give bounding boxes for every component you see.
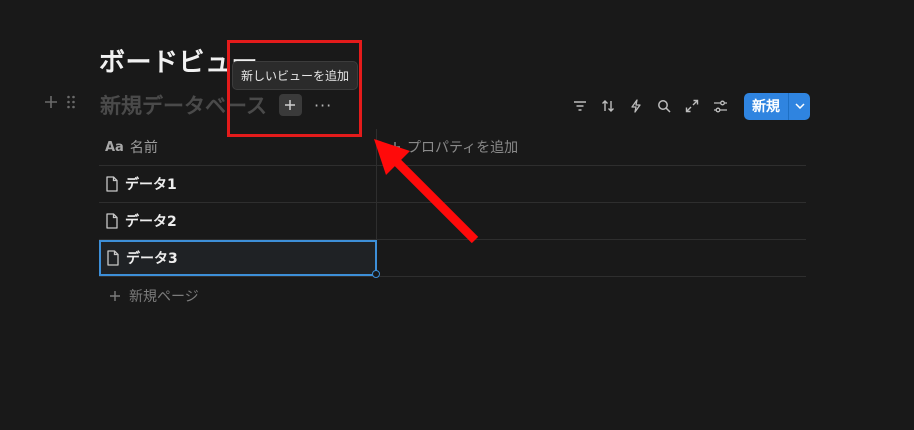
drag-handle-icon[interactable]	[66, 95, 76, 109]
table-row[interactable]: データ1	[99, 166, 806, 203]
database-toolbar: 新規	[568, 92, 810, 120]
new-button: 新規	[744, 92, 810, 120]
page-icon	[106, 176, 118, 192]
expand-icon[interactable]	[680, 94, 704, 118]
name-cell-selected[interactable]: データ3	[99, 240, 377, 276]
block-handles	[44, 95, 76, 109]
settings-icon[interactable]	[708, 94, 732, 118]
page-icon	[107, 250, 119, 266]
row-name: データ3	[126, 251, 178, 267]
database-table: Aa 名前 プロパティを追加 データ1 データ2 データ3 新規ページ	[99, 129, 806, 315]
row-name: データ1	[125, 177, 177, 193]
new-dropdown-button[interactable]	[788, 92, 810, 120]
page-icon	[106, 213, 118, 229]
search-icon[interactable]	[652, 94, 676, 118]
empty-cell[interactable]	[377, 240, 806, 276]
chevron-down-icon	[794, 103, 805, 109]
name-cell[interactable]: データ1	[99, 166, 377, 202]
add-property-label: プロパティを追加	[407, 140, 519, 156]
add-block-icon[interactable]	[44, 95, 58, 109]
plus-icon	[390, 142, 400, 152]
new-button-label[interactable]: 新規	[744, 93, 788, 120]
name-cell[interactable]: データ2	[99, 203, 377, 239]
empty-cell[interactable]	[377, 203, 806, 239]
table-row[interactable]: データ2	[99, 203, 806, 240]
filter-icon[interactable]	[568, 94, 592, 118]
row-name: データ2	[125, 214, 177, 230]
text-type-icon: Aa	[105, 139, 124, 155]
plus-icon	[110, 291, 120, 301]
name-column-header[interactable]: Aa 名前	[99, 129, 377, 165]
table-header: Aa 名前 プロパティを追加	[99, 129, 806, 166]
sort-icon[interactable]	[596, 94, 620, 118]
selection-resize-handle[interactable]	[372, 270, 380, 278]
empty-cell[interactable]	[377, 166, 806, 202]
highlight-annotation-box	[227, 40, 362, 137]
new-page-label: 新規ページ	[129, 289, 199, 305]
add-property-button[interactable]: プロパティを追加	[377, 129, 806, 165]
new-page-button[interactable]: 新規ページ	[99, 277, 806, 315]
table-row[interactable]: データ3	[99, 240, 806, 277]
name-column-label: 名前	[129, 140, 158, 156]
automation-icon[interactable]	[624, 94, 648, 118]
